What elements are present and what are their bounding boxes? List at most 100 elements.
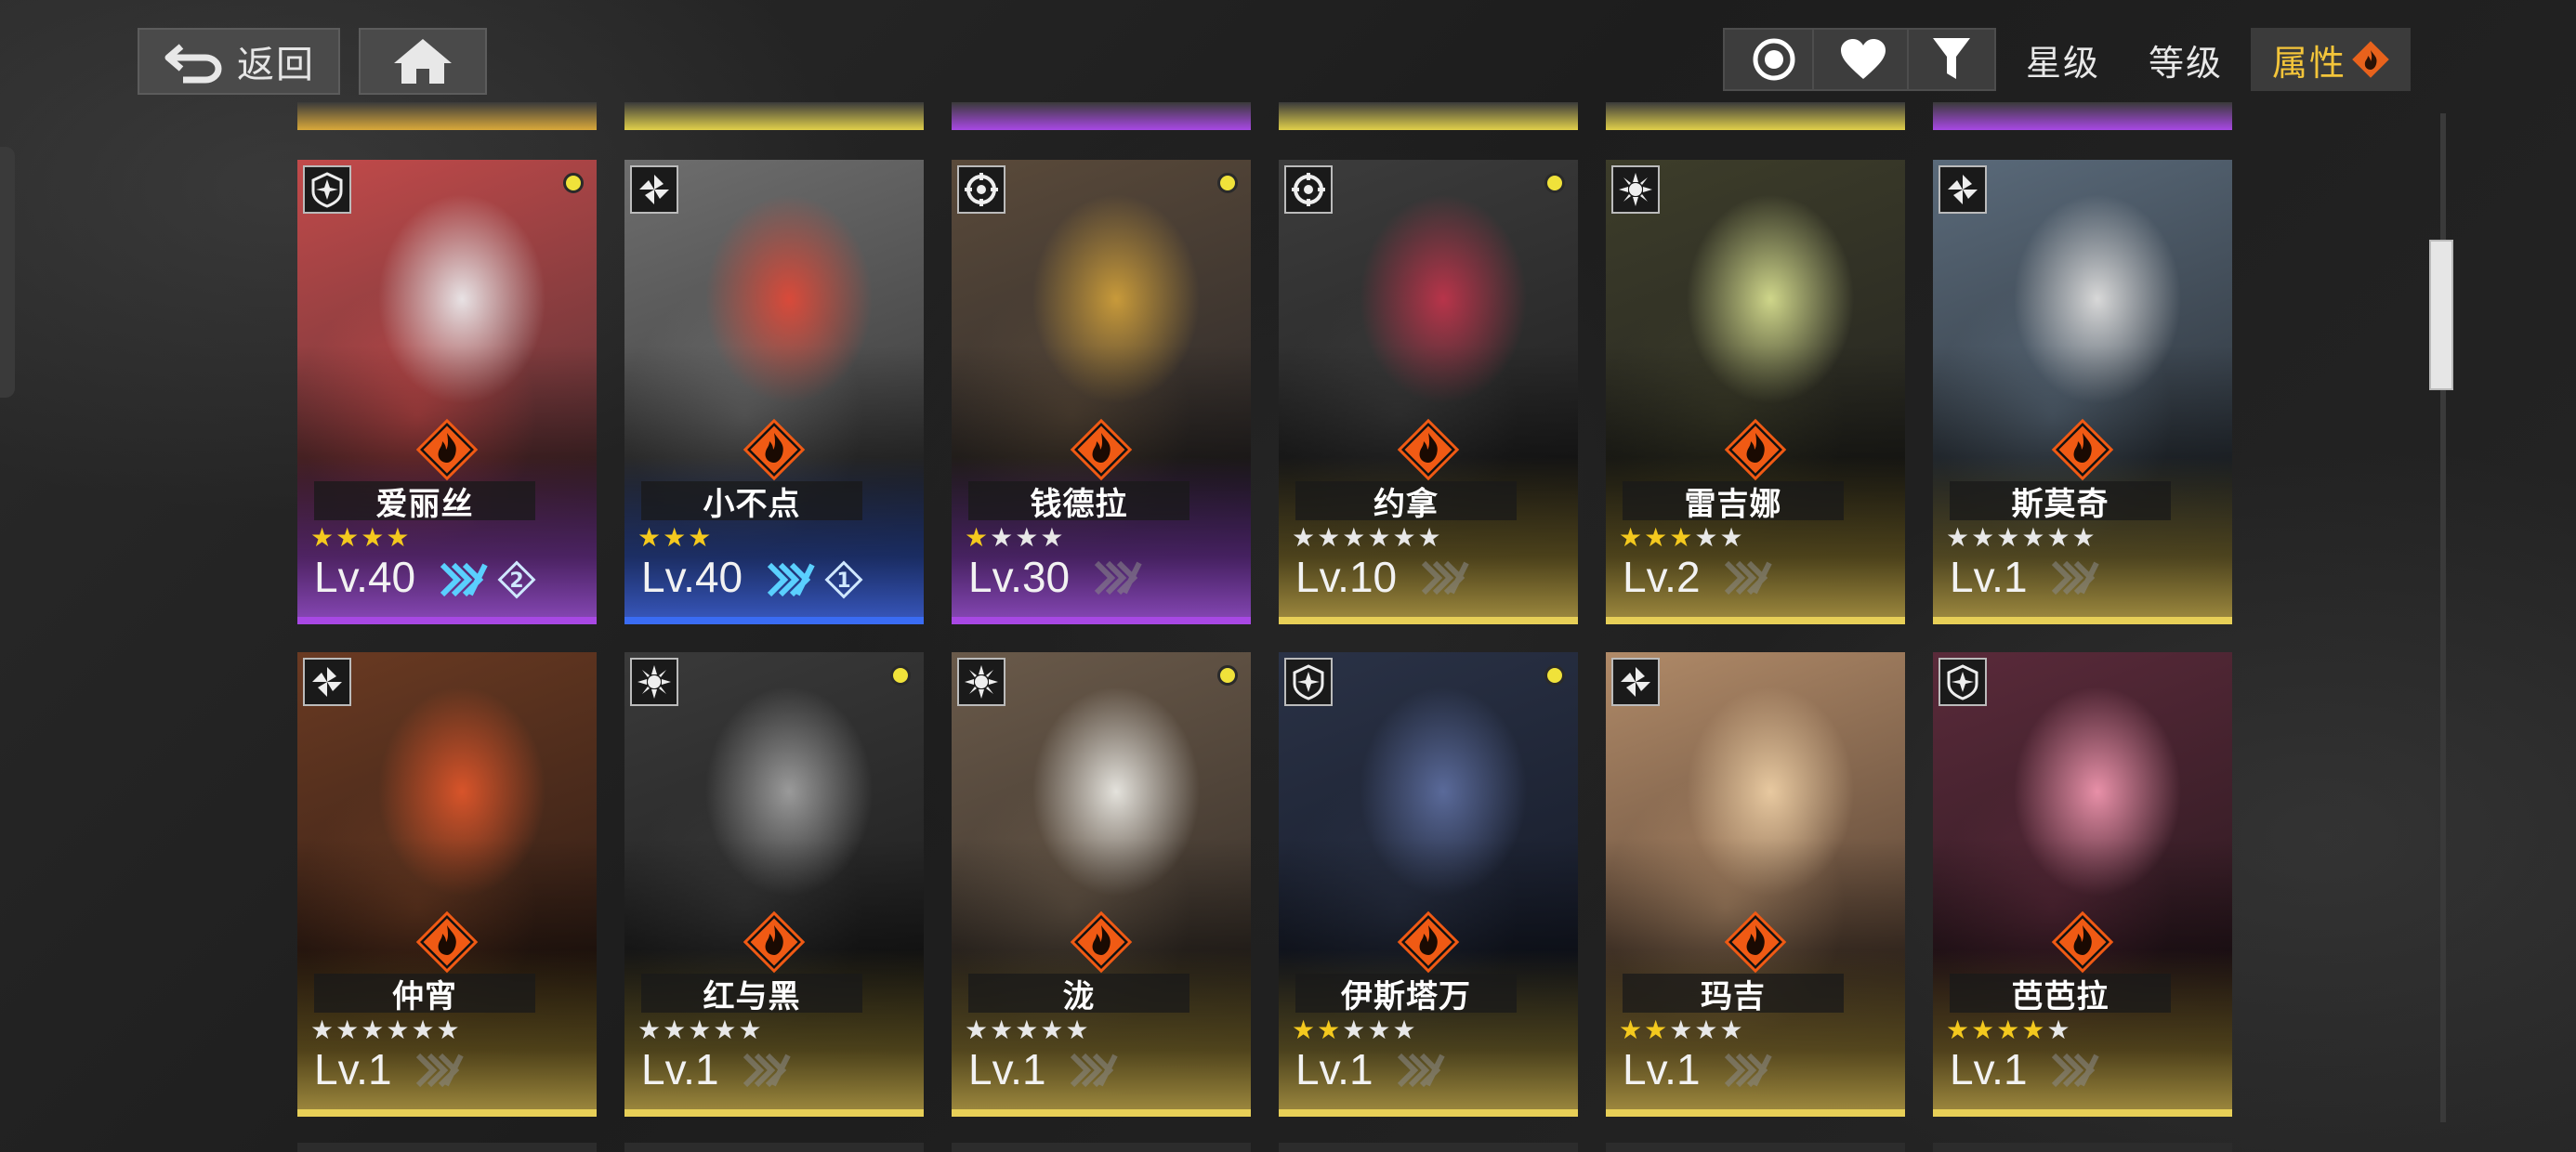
favorite-filter-button[interactable] xyxy=(1812,28,1914,91)
star-rating: ★ ★ ★ xyxy=(637,524,711,552)
star-filled-icon: ★ xyxy=(361,522,385,553)
character-card[interactable]: 钱德拉 ★ ★ ★ ★ Lv.30 xyxy=(952,160,1251,624)
fire-element-icon xyxy=(1070,418,1133,481)
sort-star-button[interactable]: 星级 xyxy=(2026,28,2100,91)
card-peek-bottom[interactable] xyxy=(1933,1143,2232,1152)
neural-status xyxy=(742,1052,792,1089)
star-empty-icon: ★ xyxy=(361,1015,385,1045)
character-card[interactable]: 斯莫奇 ★ ★ ★ ★ ★ ★ Lv.1 xyxy=(1933,160,2232,624)
shield-burst-icon xyxy=(1947,664,1978,700)
sort-star-label: 星级 xyxy=(2026,42,2101,84)
card-peek-bottom[interactable] xyxy=(297,1143,597,1152)
star-filled-icon: ★ xyxy=(1292,1015,1316,1045)
star-empty-icon: ★ xyxy=(2071,522,2096,553)
card-peek-top[interactable] xyxy=(1606,102,1905,130)
card-peek-top[interactable] xyxy=(952,102,1251,130)
star-rating: ★ ★ ★ ★ ★ ★ xyxy=(1946,524,2096,552)
rarity-bar xyxy=(1606,617,1905,624)
star-filled-icon: ★ xyxy=(310,522,335,553)
card-peek-top[interactable] xyxy=(624,102,924,130)
card-peek-top[interactable] xyxy=(1279,102,1578,130)
rarity-bar xyxy=(297,1109,597,1117)
character-card[interactable]: 爱丽丝 ★ ★ ★ ★ Lv.40 2 xyxy=(297,160,597,624)
character-card[interactable]: 伊斯塔万 ★ ★ ★ ★ ★ Lv.1 xyxy=(1279,652,1578,1117)
pinwheel-icon xyxy=(639,175,669,204)
class-badge xyxy=(630,165,678,214)
new-indicator-dot xyxy=(1217,665,1238,686)
star-empty-icon: ★ xyxy=(1719,522,1743,553)
card-peek-bottom[interactable] xyxy=(952,1143,1251,1152)
fire-element-icon xyxy=(1070,910,1133,974)
heart-icon xyxy=(1841,39,1886,79)
star-filled-icon: ★ xyxy=(965,522,989,553)
character-name: 红与黑 xyxy=(641,974,862,1015)
star-filled-icon: ★ xyxy=(2021,1015,2045,1045)
target-circle-icon xyxy=(1753,38,1795,81)
side-drawer-tab[interactable] xyxy=(0,147,15,398)
sort-level-button[interactable]: 等级 xyxy=(2149,28,2223,91)
star-rating: ★ ★ ★ ★ ★ xyxy=(637,1016,762,1044)
character-name: 泷 xyxy=(968,974,1189,1015)
gear-burst-icon xyxy=(965,665,998,699)
new-indicator-dot xyxy=(1217,173,1238,193)
star-rating: ★ ★ ★ ★ ★ ★ xyxy=(310,1016,460,1044)
neural-status xyxy=(2050,559,2100,596)
neural-link-icon xyxy=(1421,560,1469,596)
character-card[interactable]: 玛吉 ★ ★ ★ ★ ★ Lv.1 xyxy=(1606,652,1905,1117)
sort-attribute-label: 属性 xyxy=(2271,42,2346,84)
neural-link-icon xyxy=(1724,560,1772,596)
character-card[interactable]: 雷吉娜 ★ ★ ★ ★ ★ Lv.2 xyxy=(1606,160,1905,624)
neural-link-icon xyxy=(1397,1053,1445,1088)
rarity-bar xyxy=(1606,1109,1905,1117)
character-level: Lv.1 xyxy=(641,1045,719,1093)
neural-status: 2 xyxy=(439,559,537,600)
star-empty-icon: ★ xyxy=(990,522,1014,553)
character-level: Lv.1 xyxy=(314,1045,392,1093)
card-peek-bottom[interactable] xyxy=(624,1143,924,1152)
home-icon xyxy=(394,39,452,84)
class-badge xyxy=(630,658,678,706)
character-card[interactable]: 红与黑 ★ ★ ★ ★ ★ Lv.1 xyxy=(624,652,924,1117)
fire-element-icon xyxy=(1397,910,1460,974)
character-name: 斯莫奇 xyxy=(1950,481,2171,523)
card-peek-top[interactable] xyxy=(1933,102,2232,130)
card-peek-bottom[interactable] xyxy=(1606,1143,1905,1152)
filter-button[interactable] xyxy=(1907,28,1996,91)
star-filled-icon: ★ xyxy=(335,522,360,553)
shield-burst-icon xyxy=(1293,664,1324,700)
return-arrow-icon xyxy=(164,44,222,84)
neural-link-icon xyxy=(2051,560,2099,596)
star-filled-icon: ★ xyxy=(1669,522,1693,553)
character-card[interactable]: 小不点 ★ ★ ★ Lv.40 1 xyxy=(624,160,924,624)
card-peek-top[interactable] xyxy=(297,102,597,130)
character-card[interactable]: 芭芭拉 ★ ★ ★ ★ ★ Lv.1 xyxy=(1933,652,2232,1117)
character-card[interactable]: 泷 ★ ★ ★ ★ ★ Lv.1 xyxy=(952,652,1251,1117)
sort-attribute-button[interactable]: 属性 xyxy=(2251,28,2411,91)
character-level: Lv.1 xyxy=(1950,1045,2028,1093)
scrollbar-thumb[interactable] xyxy=(2429,240,2453,390)
star-empty-icon: ★ xyxy=(335,1015,360,1045)
star-rating: ★ ★ ★ ★ ★ ★ xyxy=(1292,524,1441,552)
neural-status: 1 xyxy=(766,559,864,600)
character-name: 仲宵 xyxy=(314,974,535,1015)
character-name: 芭芭拉 xyxy=(1950,974,2171,1015)
star-empty-icon: ★ xyxy=(1065,1015,1089,1045)
gear-burst-icon xyxy=(637,665,671,699)
fire-element-icon xyxy=(2051,418,2114,481)
star-filled-icon: ★ xyxy=(688,522,712,553)
home-button[interactable] xyxy=(359,28,487,95)
star-empty-icon: ★ xyxy=(688,1015,712,1045)
class-badge xyxy=(1611,658,1660,706)
character-card[interactable]: 仲宵 ★ ★ ★ ★ ★ ★ Lv.1 xyxy=(297,652,597,1117)
character-card[interactable]: 约拿 ★ ★ ★ ★ ★ ★ Lv.10 xyxy=(1279,160,1578,624)
back-button[interactable]: 返回 xyxy=(138,28,340,95)
star-rating: ★ ★ ★ ★ ★ xyxy=(1292,1016,1416,1044)
card-peek-bottom[interactable] xyxy=(1279,1143,1578,1152)
character-level: Lv.30 xyxy=(968,553,1071,601)
fire-element-icon xyxy=(1724,418,1787,481)
target-filter-button[interactable] xyxy=(1723,28,1825,91)
pinwheel-icon xyxy=(1948,175,1978,204)
crosshair-icon xyxy=(1292,173,1325,206)
star-empty-icon: ★ xyxy=(1946,522,1970,553)
star-empty-icon: ★ xyxy=(1694,1015,1718,1045)
